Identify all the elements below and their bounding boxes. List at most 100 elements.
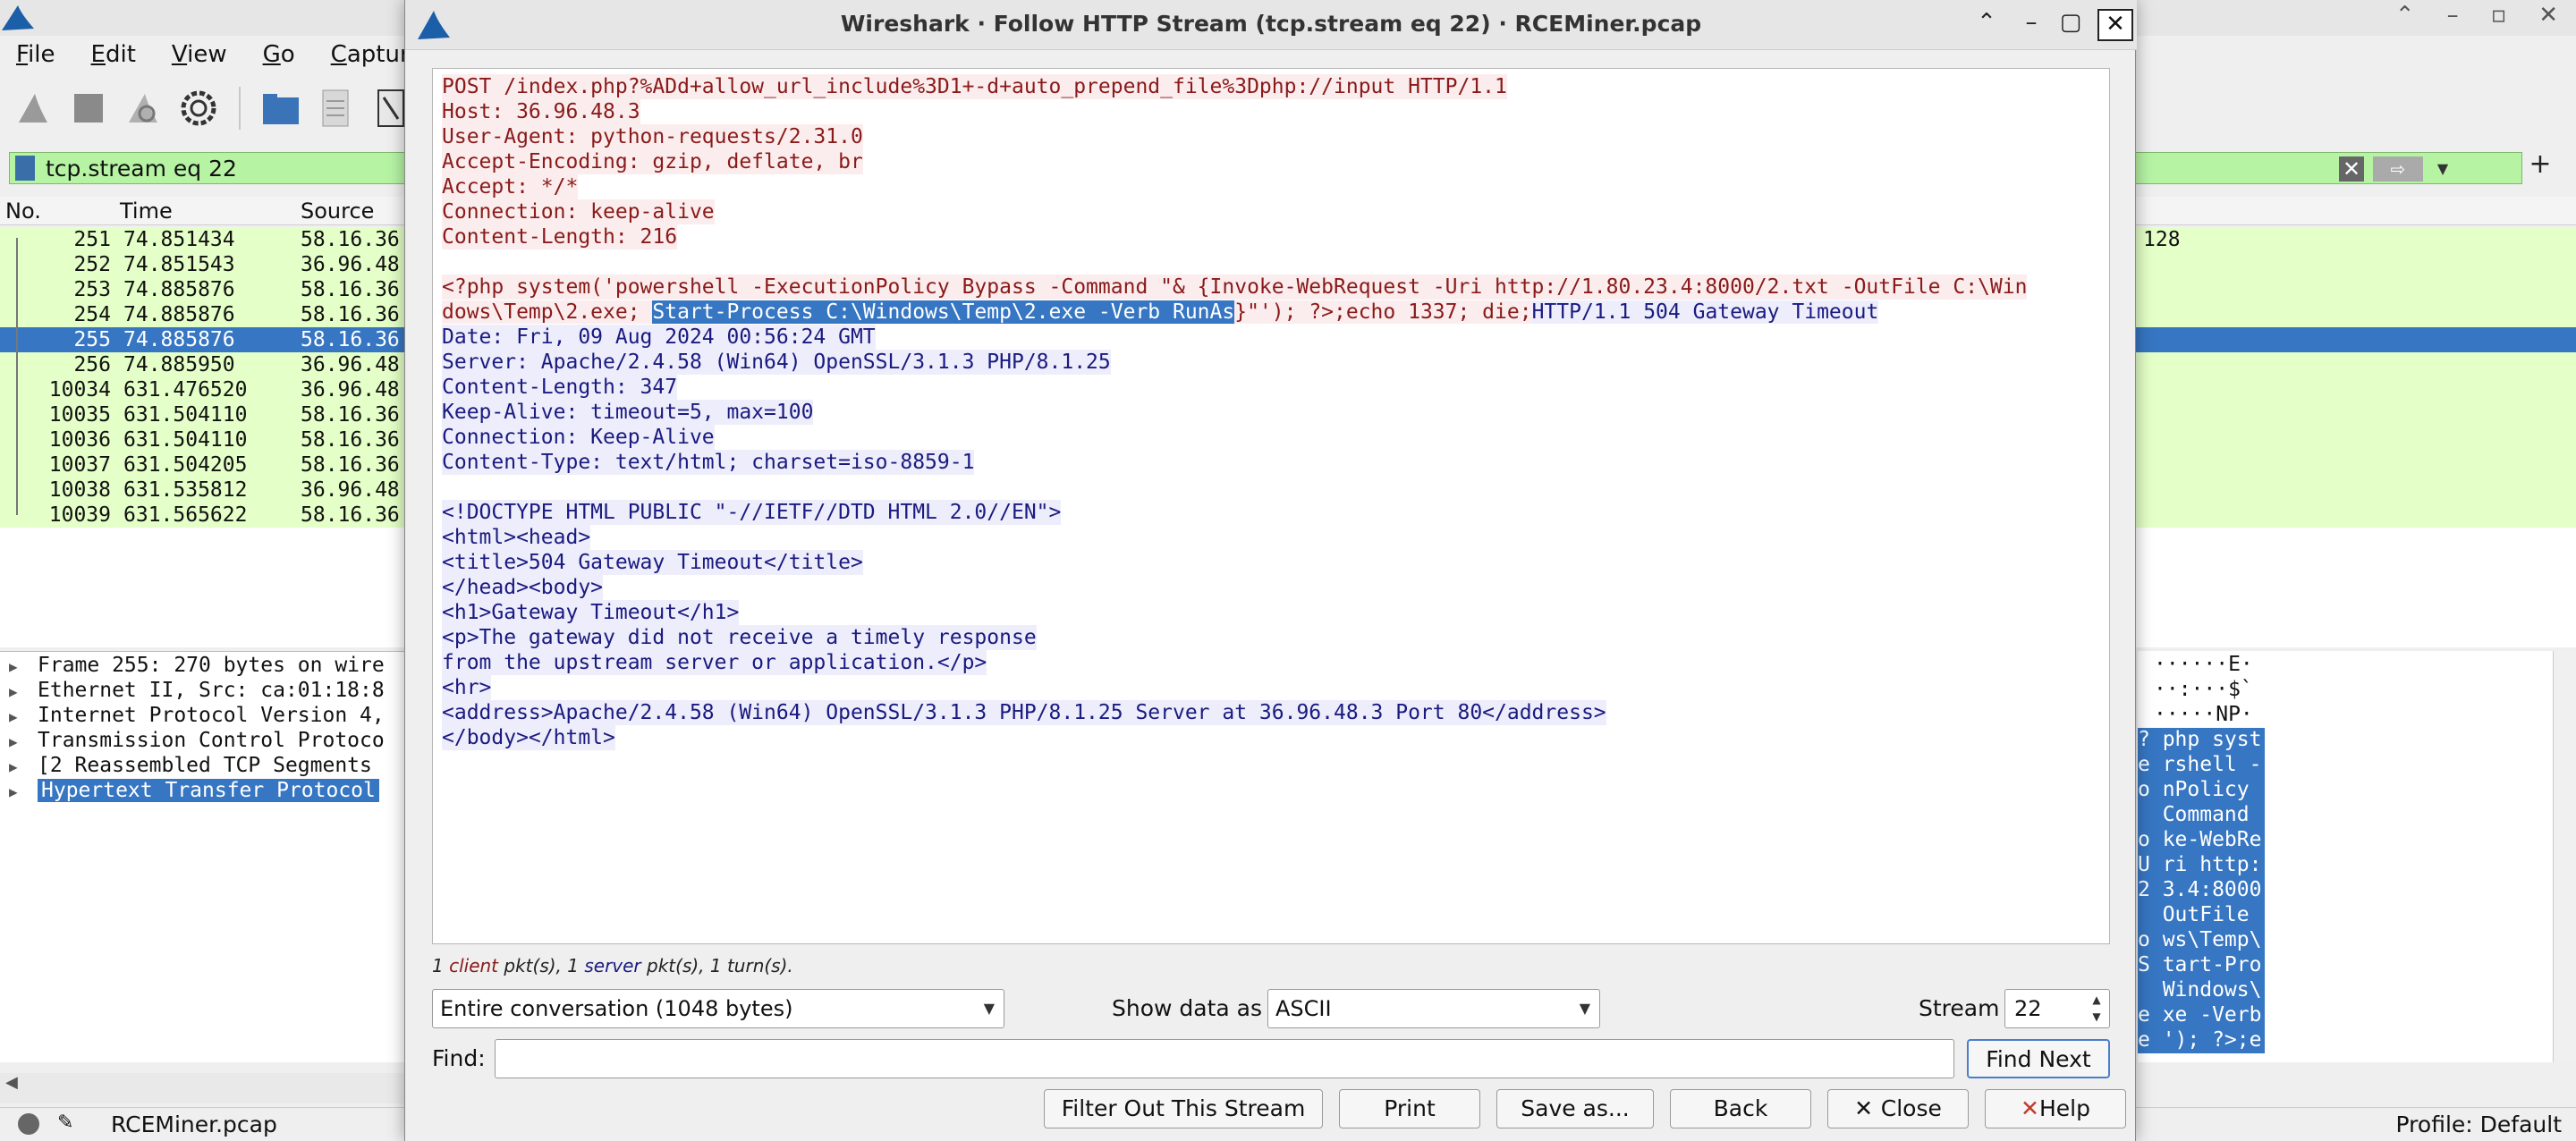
folder-icon <box>262 94 299 124</box>
display-filter-input[interactable]: tcp.stream eq 22 <box>46 156 237 182</box>
file-icon <box>322 89 349 127</box>
client-php-payload-cont: dows\Temp\2.exe; Start-Process C:\Window… <box>442 300 1879 324</box>
shark-fin-icon <box>18 94 47 123</box>
find-input[interactable] <box>495 1039 1954 1078</box>
show-data-as-select[interactable]: ASCII ▼ <box>1267 989 1600 1028</box>
bytes-row: o ws\Temp\ <box>2138 928 2266 953</box>
print-button[interactable]: Print <box>1339 1089 1480 1128</box>
column-header-no[interactable]: No. <box>5 199 41 224</box>
edit-comment-icon[interactable]: ✎ <box>57 1111 73 1134</box>
stream-controls: Entire conversation (1048 bytes) ▼ Show d… <box>432 989 2110 1028</box>
server-line: Content-Length: 347 <box>442 375 678 400</box>
server-body-line: <title>504 Gateway Timeout</title> <box>442 550 863 575</box>
server-line: Content-Type: text/html; charset=iso-885… <box>442 450 975 475</box>
find-next-button[interactable]: Find Next <box>1967 1039 2110 1078</box>
spin-arrows-icon[interactable]: ▲ ▼ <box>2086 992 2107 1026</box>
save-as-button[interactable]: Save as... <box>1496 1089 1654 1128</box>
packet-details-pane: ▶ Frame 255: 270 bytes on wire ▶ Ethernet … <box>0 651 411 1062</box>
bytes-row: Command <box>2138 803 2266 828</box>
bytes-row: U ri http: <box>2138 853 2266 878</box>
wireshark-logo-icon <box>2 5 34 30</box>
dialog-minimize-icon[interactable]: – <box>2017 9 2046 39</box>
help-icon: ✕ <box>2021 1095 2039 1121</box>
server-line: Connection: Keep-Alive <box>442 425 715 450</box>
stop-icon <box>73 94 103 123</box>
dialog-close-icon[interactable]: ✕ <box>2097 9 2133 41</box>
bytes-row: S tart-Pro <box>2138 953 2266 978</box>
close-button[interactable]: ✕ Close <box>1827 1089 1969 1128</box>
bytes-row: e xe -Verb <box>2138 1003 2266 1028</box>
main-maximize-icon[interactable]: ▫ <box>2491 2 2507 29</box>
conversation-select[interactable]: Entire conversation (1048 bytes) ▼ <box>432 989 1004 1028</box>
capture-options-button[interactable] <box>178 85 219 131</box>
follow-stream-dialog: Wireshark · Follow HTTP Stream (tcp.stre… <box>404 0 2137 1141</box>
details-horizontal-scrollbar[interactable]: ◀ <box>0 1073 411 1103</box>
save-file-button[interactable] <box>316 85 357 131</box>
stream-label: Stream <box>1919 995 2000 1021</box>
expert-info-icon[interactable] <box>18 1113 39 1135</box>
server-line: Keep-Alive: timeout=5, max=100 <box>442 400 814 425</box>
back-button[interactable]: Back <box>1670 1089 1811 1128</box>
detail-row-ip[interactable]: ▶ Internet Protocol Version 4, <box>9 704 385 729</box>
server-line: Date: Fri, 09 Aug 2024 00:56:24 GMT <box>442 325 876 350</box>
chevron-down-icon: ▼ <box>983 1000 995 1017</box>
menu-view[interactable]: View <box>172 41 227 68</box>
menu-file[interactable]: File <box>16 41 55 68</box>
open-file-button[interactable] <box>260 85 301 131</box>
find-row: Find: Find Next <box>432 1039 2110 1078</box>
packet-bytes-pane: ······E· ··:···$` ·····NP· ? php syst e … <box>2138 651 2576 1062</box>
main-minimize-icon[interactable]: – <box>2447 2 2459 29</box>
server-body-line: <h1>Gateway Timeout</h1> <box>442 600 740 625</box>
client-line: Content-Length: 216 <box>442 224 678 249</box>
detail-row-http[interactable]: ▶ Hypertext Transfer Protocol <box>9 779 379 804</box>
stop-capture-button[interactable] <box>68 85 109 131</box>
main-toolbar <box>0 77 411 139</box>
server-status-line: HTTP/1.1 504 Gateway Timeout <box>1531 300 1879 324</box>
gear-icon <box>181 90 216 126</box>
conversation-bracket <box>16 238 18 515</box>
client-line: Accept: */* <box>442 174 579 199</box>
status-filename: RCEMiner.pcap <box>111 1111 277 1137</box>
bytes-row: ······E· <box>2154 653 2253 676</box>
column-header-source[interactable]: Source <box>301 199 374 224</box>
menu-edit[interactable]: Edit <box>91 41 136 68</box>
bytes-row: Windows\ <box>2138 978 2266 1003</box>
find-label: Find: <box>432 1045 486 1071</box>
dialog-shade-icon[interactable]: ⌃ <box>1972 9 2001 39</box>
stream-number-spinbox[interactable]: 22 ▲ ▼ <box>2004 989 2110 1028</box>
filter-out-stream-button[interactable]: Filter Out This Stream <box>1044 1089 1323 1128</box>
detail-row-frame[interactable]: ▶ Frame 255: 270 bytes on wire <box>9 654 385 679</box>
server-body-line: <p>The gateway did not receive a timely … <box>442 625 1037 650</box>
clear-filter-icon[interactable]: ✕ <box>2339 156 2364 182</box>
bytes-row: ·····NP· <box>2154 703 2253 726</box>
filter-history-dropdown-icon[interactable]: ▼ <box>2430 156 2455 182</box>
main-close-icon[interactable]: ✕ <box>2538 2 2558 29</box>
bytes-row: OutFile <box>2138 903 2266 928</box>
bytes-row: 2 3.4:8000 <box>2138 878 2266 903</box>
main-collapse-icon[interactable]: ⌃ <box>2395 2 2415 29</box>
start-capture-button[interactable] <box>13 85 54 131</box>
client-line: POST /index.php?%ADd+allow_url_include%3… <box>442 74 1507 99</box>
client-line: Host: 36.96.48.3 <box>442 99 640 124</box>
restart-icon <box>129 94 158 123</box>
bookmark-icon[interactable] <box>15 156 35 181</box>
dialog-title: Wireshark · Follow HTTP Stream (tcp.stre… <box>840 11 1702 37</box>
bytes-vertical-scrollbar[interactable] <box>2553 651 2576 1062</box>
stream-content[interactable]: POST /index.php?%ADd+allow_url_include%3… <box>432 68 2110 944</box>
dialog-button-row: Filter Out This Stream Print Save as... … <box>405 1089 2137 1130</box>
status-profile[interactable]: Profile: Default <box>2396 1111 2562 1137</box>
add-filter-button-icon[interactable]: + <box>2522 148 2558 184</box>
detail-row-reassembled[interactable]: ▶ [2 Reassembled TCP Segments <box>9 754 372 779</box>
detail-row-tcp[interactable]: ▶ Transmission Control Protoco <box>9 729 385 754</box>
help-button[interactable]: ✕Help <box>1985 1089 2126 1128</box>
bytes-row: ··:···$` <box>2154 678 2253 701</box>
restart-capture-button[interactable] <box>123 85 165 131</box>
client-line: Accept-Encoding: gzip, deflate, br <box>442 149 863 174</box>
column-header-time[interactable]: Time <box>120 199 173 224</box>
menu-go[interactable]: Go <box>263 41 295 68</box>
dialog-maximize-icon[interactable]: ▢ <box>2056 9 2085 39</box>
server-body-line: <html><head> <box>442 525 591 550</box>
apply-filter-icon[interactable]: ⇨ <box>2373 156 2423 182</box>
dialog-titlebar: Wireshark · Follow HTTP Stream (tcp.stre… <box>405 0 2137 50</box>
detail-row-ethernet[interactable]: ▶ Ethernet II, Src: ca:01:18:8 <box>9 679 385 704</box>
